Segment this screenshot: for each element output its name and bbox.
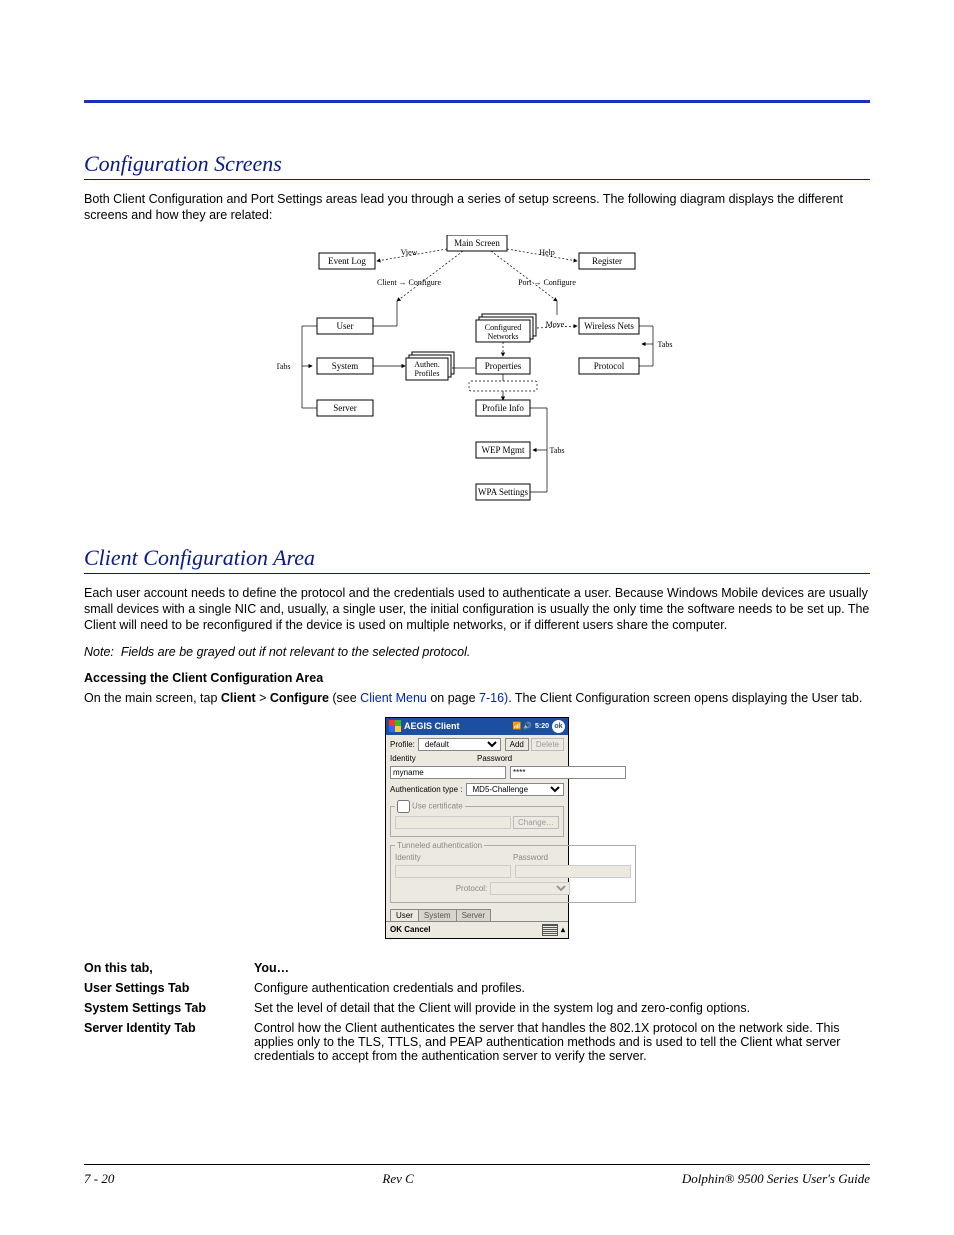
svg-text:Networks: Networks (487, 332, 518, 341)
tab-user[interactable]: User (390, 909, 419, 921)
password-label: Password (477, 754, 564, 763)
svg-text:Tabs: Tabs (550, 446, 565, 455)
svg-text:Main Screen: Main Screen (454, 238, 500, 248)
use-cert-checkbox[interactable] (397, 800, 410, 813)
auth-type-label: Authentication type : (390, 785, 463, 794)
svg-text:System: System (332, 361, 359, 371)
svg-text:Wireless Nets: Wireless Nets (584, 321, 634, 331)
page-footer: 7 - 20 Rev C Dolphin® 9500 Series User's… (84, 1164, 870, 1187)
svg-text:Authen.: Authen. (414, 360, 440, 369)
bottom-bar: OK Cancel ▴ (386, 921, 568, 938)
signal-icon: 📶 🔊 (513, 722, 532, 730)
svg-text:Move: Move (546, 320, 565, 329)
table-header-right: You… (254, 961, 870, 975)
profile-label: Profile: (390, 740, 415, 749)
row-user-desc: Configure authentication credentials and… (254, 981, 870, 995)
footer-revision: Rev C (382, 1171, 413, 1187)
client-menu-link[interactable]: Client Menu (360, 691, 427, 705)
window-titlebar: AEGIS Client 📶 🔊 5:20 ok (386, 718, 568, 735)
svg-text:Properties: Properties (485, 361, 522, 371)
row-user-name: User Settings Tab (84, 981, 254, 995)
svg-text:Port → Configure: Port → Configure (518, 278, 576, 287)
footer-guide-title: Dolphin® 9500 Series User's Guide (682, 1171, 870, 1187)
delete-button: Delete (531, 738, 564, 751)
svg-text:Profile Info: Profile Info (482, 403, 524, 413)
cert-path-input (395, 816, 511, 829)
tunnel-identity-input (395, 865, 511, 878)
cancel-button[interactable]: Cancel (404, 925, 430, 934)
up-arrow-icon[interactable]: ▴ (561, 925, 565, 934)
svg-text:Client → Configure: Client → Configure (377, 278, 441, 287)
heading-configuration-screens: Configuration Screens (84, 151, 870, 180)
row-system-desc: Set the level of detail that the Client … (254, 1001, 870, 1015)
ok-icon[interactable]: ok (552, 720, 565, 733)
svg-text:Protocol: Protocol (594, 361, 625, 371)
accessing-heading: Accessing the Client Configuration Area (84, 671, 870, 685)
footer-page-number: 7 - 20 (84, 1171, 114, 1187)
screens-diagram: Main Screen Event Log View Register Help… (277, 235, 677, 515)
access-para: On the main screen, tap Client > Configu… (84, 691, 870, 707)
tunnel-protocol-select (490, 882, 570, 895)
svg-text:WPA Settings: WPA Settings (478, 487, 528, 497)
svg-text:View: View (401, 248, 418, 257)
tab-system[interactable]: System (418, 909, 457, 921)
svg-text:Server: Server (333, 403, 357, 413)
table-header-left: On this tab, (84, 961, 254, 975)
windows-flag-icon (389, 720, 401, 732)
note-text: Note: Fields are be grayed out if not re… (84, 645, 870, 659)
svg-text:Configured: Configured (485, 323, 521, 332)
svg-text:User: User (337, 321, 354, 331)
tab-server[interactable]: Server (456, 909, 492, 921)
add-button[interactable]: Add (505, 738, 529, 751)
svg-text:Register: Register (592, 256, 622, 266)
window-title: AEGIS Client (404, 721, 460, 731)
tunnel-password-input (515, 865, 631, 878)
change-button: Change… (513, 816, 559, 829)
heading-client-config-area: Client Configuration Area (84, 545, 870, 574)
client-config-para: Each user account needs to define the pr… (84, 586, 870, 633)
auth-type-select[interactable]: MD5-Challenge (466, 783, 565, 796)
svg-text:Event Log: Event Log (328, 256, 366, 266)
row-server-desc: Control how the Client authenticates the… (254, 1021, 870, 1063)
svg-text:Profiles: Profiles (415, 369, 440, 378)
intro-para-1: Both Client Configuration and Port Setti… (84, 192, 870, 223)
tunneled-auth-group: Tunneled authentication Identity Passwor… (390, 841, 636, 903)
use-certificate-group: Use certificate Change… (390, 800, 564, 837)
svg-text:WEP Mgmt: WEP Mgmt (482, 445, 525, 455)
password-input[interactable] (510, 766, 626, 779)
keyboard-icon[interactable] (542, 924, 558, 936)
row-server-name: Server Identity Tab (84, 1021, 254, 1063)
svg-text:Tabs: Tabs (277, 362, 291, 371)
identity-label: Identity (390, 754, 477, 763)
ok-button[interactable]: OK (390, 925, 402, 934)
clock-text: 5:20 (535, 723, 549, 730)
aegis-client-screenshot: AEGIS Client 📶 🔊 5:20 ok Profile: defaul… (385, 717, 569, 939)
header-rule (84, 100, 870, 103)
svg-text:Tabs: Tabs (658, 340, 673, 349)
tab-description-table: On this tab, You… User Settings Tab Conf… (84, 961, 870, 1063)
row-system-name: System Settings Tab (84, 1001, 254, 1015)
profile-select[interactable]: default (418, 738, 501, 751)
identity-input[interactable] (390, 766, 506, 779)
